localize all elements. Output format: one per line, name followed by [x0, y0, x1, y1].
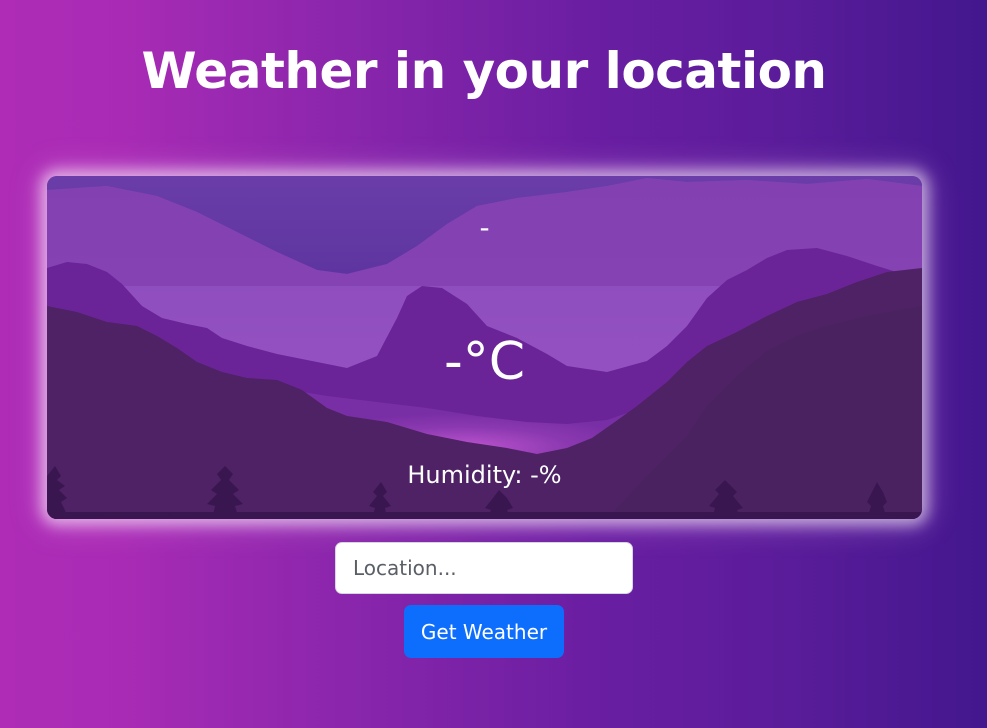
city-name: -: [479, 211, 490, 244]
get-weather-button[interactable]: Get Weather: [404, 605, 564, 658]
location-input[interactable]: [335, 542, 633, 594]
page-title: Weather in your location: [141, 42, 827, 100]
temperature-value: -°C: [443, 332, 526, 392]
humidity-value: Humidity: -%: [407, 461, 562, 489]
weather-card: - -°C Humidity: -%: [47, 176, 922, 519]
